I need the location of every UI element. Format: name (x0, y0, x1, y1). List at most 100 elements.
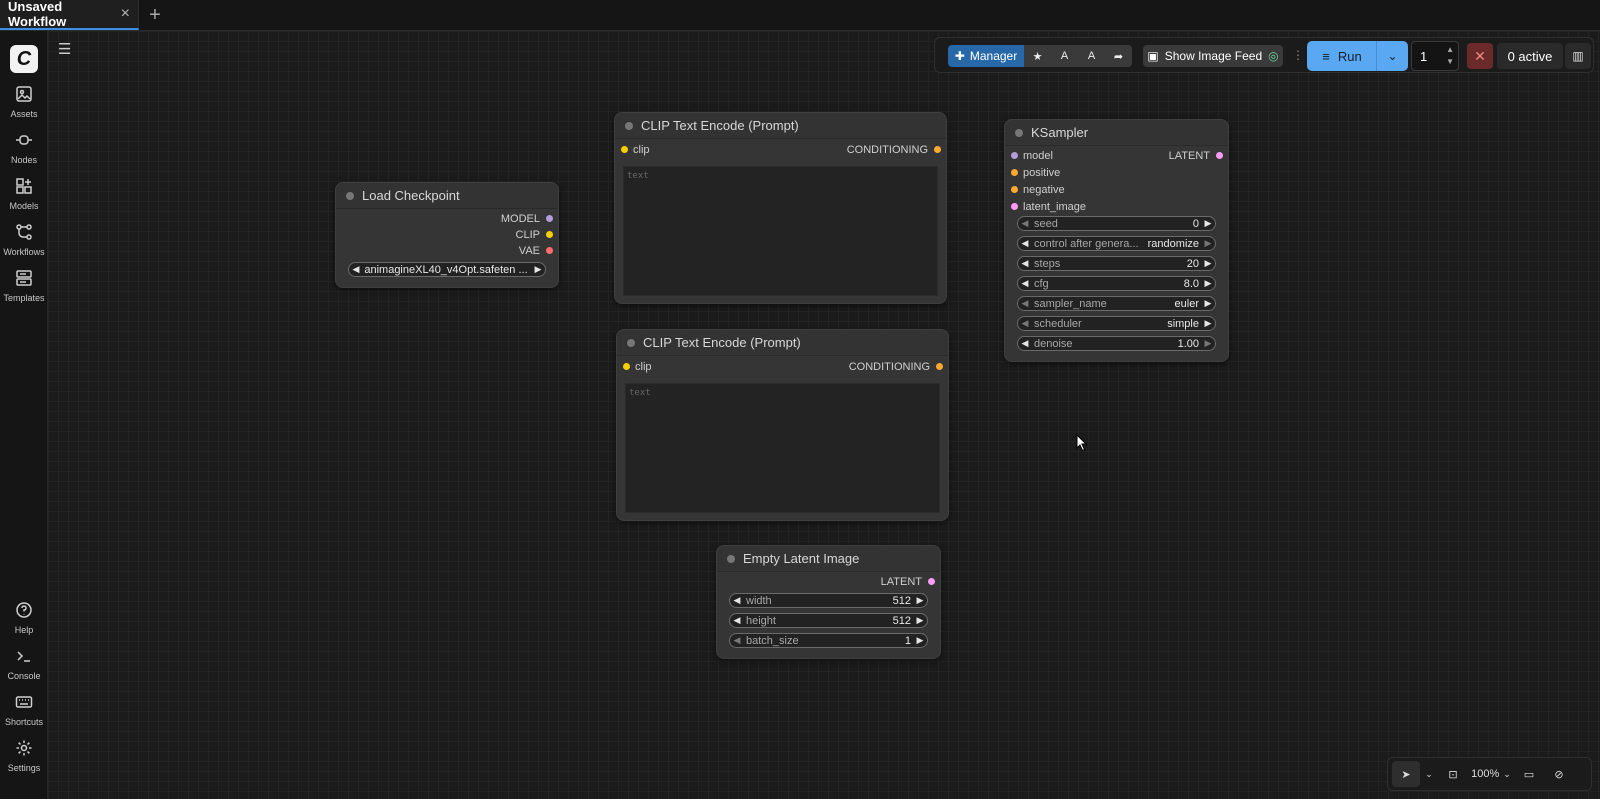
cfg-widget[interactable]: ◀ cfg 8.0 ▶ (1017, 276, 1216, 291)
increment-icon[interactable]: ▶ (913, 595, 927, 606)
node-clip-text-encode-1[interactable]: CLIP Text Encode (Prompt) clip CONDITION… (614, 112, 947, 304)
app-logo[interactable]: C (10, 45, 38, 73)
run-button[interactable]: ≡ Run (1307, 41, 1377, 71)
ckpt-name-combo[interactable]: ◀ animagineXL40_v4Opt.safeten ... ▶ (348, 262, 546, 277)
clip-port-icon[interactable] (623, 363, 630, 370)
height-widget[interactable]: ◀ height 512 ▶ (729, 613, 928, 628)
node-title[interactable]: CLIP Text Encode (Prompt) (615, 113, 946, 139)
active-queue-button[interactable]: 0 active (1497, 43, 1563, 69)
input-positive[interactable]: positive (1005, 165, 1228, 181)
chevron-down-icon[interactable]: ⌄ (1420, 761, 1438, 787)
steps-widget[interactable]: ◀ steps 20 ▶ (1017, 256, 1216, 271)
queue-count-input[interactable]: 1 ▲ ▼ (1411, 41, 1459, 71)
manager-button[interactable]: ✚ Manager (948, 45, 1024, 67)
tab-unsaved-workflow[interactable]: Unsaved Workflow × (0, 0, 139, 30)
conditioning-port-icon[interactable] (1011, 169, 1018, 176)
decrement-icon[interactable]: ◀ (730, 615, 744, 626)
decrement-icon[interactable]: ◀ (1018, 338, 1032, 349)
fit-view-icon[interactable]: ⊡ (1438, 761, 1468, 787)
prompt-text-area[interactable]: text (623, 166, 938, 296)
decrement-icon[interactable]: ◀ (1018, 218, 1032, 229)
close-icon[interactable]: × (121, 5, 130, 23)
star-icon[interactable]: ★ (1024, 45, 1051, 67)
decrement-icon[interactable]: ◀ (1018, 318, 1032, 329)
toggle-panel-icon[interactable]: ▥ (1565, 43, 1591, 69)
output-clip[interactable]: CLIP (336, 227, 558, 243)
increment-icon[interactable]: ▶ (1201, 238, 1215, 249)
increment-icon[interactable]: ▶ (913, 635, 927, 646)
increment-icon[interactable]: ▶ (1201, 298, 1215, 309)
sidebar-item-console[interactable]: Console (0, 647, 48, 681)
input-clip[interactable]: clip CONDITIONING (615, 142, 946, 158)
run-options-chevron-icon[interactable]: ⌄ (1376, 41, 1408, 71)
input-model[interactable]: model LATENT (1005, 148, 1228, 164)
decrement-icon[interactable]: ◀ (730, 595, 744, 606)
share-icon[interactable]: ➦ (1105, 45, 1132, 67)
input-latent-image[interactable]: latent_image (1005, 199, 1228, 215)
vae-port-icon[interactable] (546, 247, 553, 254)
sidebar-item-settings[interactable]: Settings (0, 739, 48, 773)
output-latent[interactable]: LATENT (717, 574, 940, 590)
conditioning-port-icon[interactable] (934, 146, 941, 153)
node-status-icon[interactable] (1015, 128, 1023, 137)
node-status-icon[interactable] (627, 338, 635, 347)
zoom-dropdown[interactable]: 100% ⌄ (1468, 761, 1514, 787)
add-tab-button[interactable]: + (139, 0, 171, 30)
decrement-icon[interactable]: ◀ (1018, 258, 1032, 269)
latent-port-icon[interactable] (928, 578, 935, 585)
node-title[interactable]: KSampler (1005, 120, 1228, 146)
sampler-name-widget[interactable]: ◀ sampler_name euler ▶ (1017, 296, 1216, 311)
node-empty-latent-image[interactable]: Empty Latent Image LATENT ◀ width 512 ▶ … (716, 545, 941, 659)
sidebar-item-workflows[interactable]: Workflows (0, 223, 48, 257)
node-title[interactable]: Load Checkpoint (336, 183, 558, 209)
conditioning-port-icon[interactable] (1011, 186, 1018, 193)
increment-icon[interactable]: ▶ (1201, 318, 1215, 329)
conditioning-port-icon[interactable] (936, 363, 943, 370)
node-status-icon[interactable] (727, 554, 735, 563)
clip-port-icon[interactable] (546, 231, 553, 238)
denoise-widget[interactable]: ◀ denoise 1.00 ▶ (1017, 336, 1216, 351)
select-tool-icon[interactable]: ➤ (1392, 761, 1420, 787)
menu-icon[interactable]: ☰ (58, 40, 72, 58)
a-icon[interactable]: A (1051, 45, 1078, 67)
node-clip-text-encode-2[interactable]: CLIP Text Encode (Prompt) clip CONDITION… (616, 329, 949, 521)
stepper-icon[interactable]: ▲ ▼ (1446, 44, 1454, 68)
model-port-icon[interactable] (1011, 152, 1018, 159)
latent-port-icon[interactable] (1216, 152, 1223, 159)
batch-size-widget[interactable]: ◀ batch_size 1 ▶ (729, 633, 928, 648)
output-model[interactable]: MODEL (336, 211, 558, 227)
clip-port-icon[interactable] (621, 146, 628, 153)
increment-icon[interactable]: ▶ (913, 615, 927, 626)
control-after-generate-widget[interactable]: ◀ control after genera... randomize ▶ (1017, 236, 1216, 251)
width-widget[interactable]: ◀ width 512 ▶ (729, 593, 928, 608)
decrement-icon[interactable]: ◀ (1018, 278, 1032, 289)
sidebar-item-assets[interactable]: Assets (0, 85, 48, 119)
input-clip[interactable]: clip CONDITIONING (617, 359, 948, 375)
decrement-icon[interactable]: ◀ (1018, 298, 1032, 309)
cancel-button[interactable]: ✕ (1467, 43, 1493, 69)
node-status-icon[interactable] (625, 121, 633, 130)
sidebar-item-nodes[interactable]: Nodes (0, 131, 48, 165)
hide-links-icon[interactable]: ⊘ (1544, 761, 1574, 787)
increment-icon[interactable]: ▶ (1201, 278, 1215, 289)
a-alt-icon[interactable]: A (1078, 45, 1105, 67)
increment-icon[interactable]: ▶ (1201, 258, 1215, 269)
node-title[interactable]: CLIP Text Encode (Prompt) (617, 330, 948, 356)
latent-port-icon[interactable] (1011, 203, 1018, 210)
model-port-icon[interactable] (546, 215, 553, 222)
node-load-checkpoint[interactable]: Load Checkpoint MODEL CLIP VAE ◀ animagi… (335, 182, 559, 288)
decrement-icon[interactable]: ◀ (1018, 238, 1032, 249)
prompt-text-area[interactable]: text (625, 383, 940, 513)
node-title[interactable]: Empty Latent Image (717, 546, 940, 572)
input-negative[interactable]: negative (1005, 182, 1228, 198)
combo-next-icon[interactable]: ▶ (531, 264, 545, 275)
node-status-icon[interactable] (346, 191, 354, 200)
sidebar-item-models[interactable]: Models (0, 177, 48, 211)
output-vae[interactable]: VAE (336, 243, 558, 259)
sidebar-item-templates[interactable]: Templates (0, 269, 48, 303)
increment-icon[interactable]: ▶ (1201, 218, 1215, 229)
show-image-feed-button[interactable]: ▣ Show Image Feed ◎ (1143, 45, 1283, 67)
node-ksampler[interactable]: KSampler model LATENT positive negative … (1004, 119, 1229, 362)
minimap-icon[interactable]: ▭ (1514, 761, 1544, 787)
combo-prev-icon[interactable]: ◀ (349, 264, 363, 275)
